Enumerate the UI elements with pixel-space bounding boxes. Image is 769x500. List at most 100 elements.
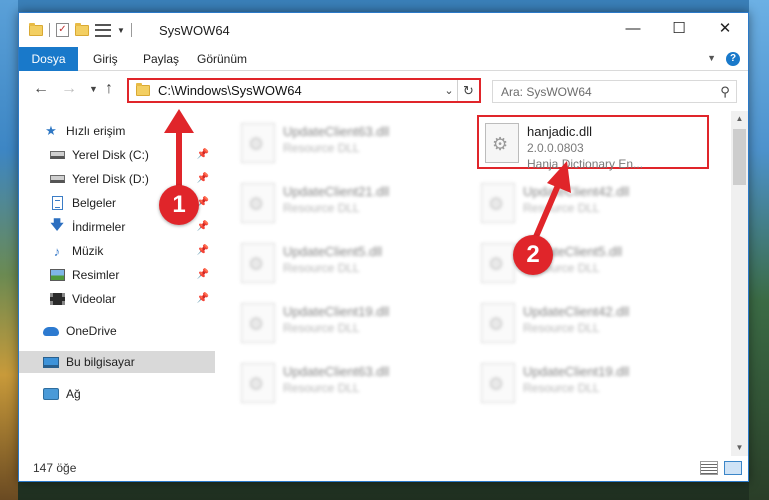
file-type: Resource DLL (283, 381, 360, 395)
address-bar[interactable]: C:\Windows\SysWOW64 ⌄ ↻ (127, 78, 481, 103)
recent-locations-icon[interactable]: ▼ (89, 84, 98, 94)
list-item-hanjadic[interactable]: ⚙ hanjadic.dll 2.0.0.0803 Hanja Dictionary… (477, 115, 709, 171)
documents-icon (49, 196, 65, 210)
help-icon[interactable]: ? (726, 52, 740, 66)
file-type: Resource DLL (283, 321, 360, 335)
tab-share[interactable]: Paylaş (133, 47, 189, 71)
sidebar-item-label: Yerel Disk (D:) (72, 172, 149, 186)
sidebar-item-music[interactable]: ♪ Müzik 📌 (19, 240, 215, 262)
folder-icon (136, 83, 150, 96)
properties-check-icon[interactable]: ✓ (56, 23, 69, 37)
sidebar-item-label: Bu bilgisayar (66, 355, 135, 369)
vertical-scrollbar[interactable]: ▲ ▼ (731, 111, 748, 456)
list-item[interactable]: ⚙ UpdateClient5.dll Resource DLL (235, 237, 467, 291)
tab-home[interactable]: Giriş (83, 47, 128, 71)
file-name: UpdateClient21.dll (283, 184, 390, 199)
star-icon: ★ (45, 123, 57, 138)
ribbon-tabs: Dosya Giriş Paylaş Görünüm ▼ ? (19, 47, 748, 71)
item-count: 147 öğe (33, 461, 77, 475)
network-icon (43, 387, 59, 401)
file-type: Resource DLL (283, 141, 360, 155)
sidebar-item-pictures[interactable]: Resimler 📌 (19, 264, 215, 286)
dll-file-icon: ⚙ (481, 183, 515, 223)
list-item[interactable]: ⚙ UpdateClient42.dll Resource DLL (475, 177, 707, 231)
maximize-button[interactable]: ☐ (656, 13, 702, 43)
file-type: Resource DLL (283, 201, 360, 215)
file-name: UpdateClient19.dll (523, 364, 630, 379)
explorer-window: ✓ ▼ SysWOW64 — ☐ ✕ Dosya Giriş Paylaş Gö… (18, 12, 749, 482)
search-icon[interactable]: ⚲ (714, 84, 736, 100)
pin-icon[interactable]: 📌 (197, 221, 209, 232)
sidebar-item-label: Ağ (66, 387, 81, 401)
forward-arrow-icon[interactable]: → (61, 80, 77, 98)
sidebar-item-label: Belgeler (72, 196, 117, 210)
dll-file-icon: ⚙ (481, 303, 515, 343)
quick-access-toolbar: ✓ ▼ (29, 22, 132, 37)
file-name: UpdateClient42.dll (523, 184, 630, 199)
sidebar-item-label: Müzik (72, 244, 104, 258)
file-name: UpdateClient19.dll (283, 304, 390, 319)
pin-icon[interactable]: 📌 (197, 245, 209, 256)
list-item[interactable]: ⚙ UpdateClient63.dll Resource DLL (235, 117, 467, 171)
scroll-down-icon[interactable]: ▼ (731, 440, 748, 456)
tab-file[interactable]: Dosya (19, 47, 78, 71)
file-list: ⚙ UpdateClient63.dll Resource DLL ⚙ hanja… (231, 111, 729, 456)
sidebar-item-quick-access[interactable]: ★ Hızlı erişim (19, 120, 215, 142)
file-description: Hanja Dictionary En... (527, 157, 644, 171)
drive-icon (49, 172, 65, 186)
dll-file-icon: ⚙ (241, 183, 275, 223)
list-item[interactable]: ⚙ UpdateClient19.dll Resource DLL (235, 297, 467, 351)
file-name: UpdateClient63.dll (283, 124, 390, 139)
new-folder-icon[interactable] (75, 22, 89, 36)
scroll-up-icon[interactable]: ▲ (731, 111, 748, 127)
search-input[interactable]: Ara: SysWOW64 (493, 85, 714, 99)
sidebar-item-videos[interactable]: Videolar 📌 (19, 288, 215, 310)
navigation-bar: ← → ▼ ↑ C:\Windows\SysWOW64 ⌄ ↻ Ara: Sys… (19, 73, 748, 107)
dll-file-icon: ⚙ (241, 123, 275, 163)
large-icons-view-icon[interactable] (724, 461, 742, 475)
scroll-thumb[interactable] (733, 129, 746, 185)
refresh-icon[interactable]: ↻ (457, 80, 479, 101)
sidebar-item-label: OneDrive (66, 324, 117, 338)
annotation-badge-2: 2 (513, 235, 553, 275)
sidebar-item-this-pc[interactable]: Bu bilgisayar (19, 351, 215, 373)
details-view-icon[interactable] (700, 461, 718, 475)
back-arrow-icon[interactable]: ← (33, 80, 49, 98)
pin-icon[interactable]: 📌 (197, 149, 209, 160)
minimize-button[interactable]: — (610, 13, 656, 43)
navigation-pane: ★ Hızlı erişim Yerel Disk (C:) 📌 Yerel D… (19, 115, 215, 455)
pin-icon[interactable]: 📌 (197, 269, 209, 280)
list-item[interactable]: ⚙ UpdateClient19.dll Resource DLL (475, 357, 707, 411)
expand-ribbon-icon[interactable]: ▼ (707, 53, 716, 63)
onedrive-icon (43, 324, 59, 338)
list-item[interactable]: ⚙ UpdateClient42.dll Resource DLL (475, 297, 707, 351)
up-arrow-icon[interactable]: ↑ (105, 80, 113, 98)
customize-toolbar-icon[interactable] (95, 23, 111, 37)
list-item[interactable]: ⚙ UpdateClient5.dll Resource DLL (475, 237, 707, 291)
dll-file-icon: ⚙ (241, 363, 275, 403)
file-name: hanjadic.dll (527, 124, 593, 139)
tab-view[interactable]: Görünüm (187, 47, 257, 71)
window-title: SysWOW64 (159, 23, 230, 38)
address-dropdown-icon[interactable]: ⌄ (441, 84, 457, 97)
address-path[interactable]: C:\Windows\SysWOW64 (158, 83, 441, 98)
file-name: UpdateClient5.dll (283, 244, 383, 259)
list-item[interactable]: ⚙ UpdateClient63.dll Resource DLL (235, 357, 467, 411)
file-name: UpdateClient63.dll (283, 364, 390, 379)
search-box[interactable]: Ara: SysWOW64 ⚲ (492, 80, 737, 103)
sidebar-item-local-disk-c[interactable]: Yerel Disk (C:) 📌 (19, 144, 215, 166)
toolbar-dropdown-icon[interactable]: ▼ (117, 26, 125, 35)
desktop-wallpaper-right (749, 0, 769, 500)
file-type: Resource DLL (283, 261, 360, 275)
sidebar-item-network[interactable]: Ağ (19, 383, 215, 405)
pin-icon[interactable]: 📌 (197, 173, 209, 184)
pin-icon[interactable]: 📌 (197, 293, 209, 304)
sidebar-item-label: Yerel Disk (C:) (72, 148, 149, 162)
status-bar: 147 öğe (19, 457, 748, 481)
pictures-icon (49, 268, 65, 282)
sidebar-item-onedrive[interactable]: OneDrive (19, 320, 215, 342)
list-item[interactable]: ⚙ UpdateClient21.dll Resource DLL (235, 177, 467, 231)
drive-icon (49, 148, 65, 162)
close-button[interactable]: ✕ (702, 13, 748, 43)
file-type: Resource DLL (523, 381, 600, 395)
